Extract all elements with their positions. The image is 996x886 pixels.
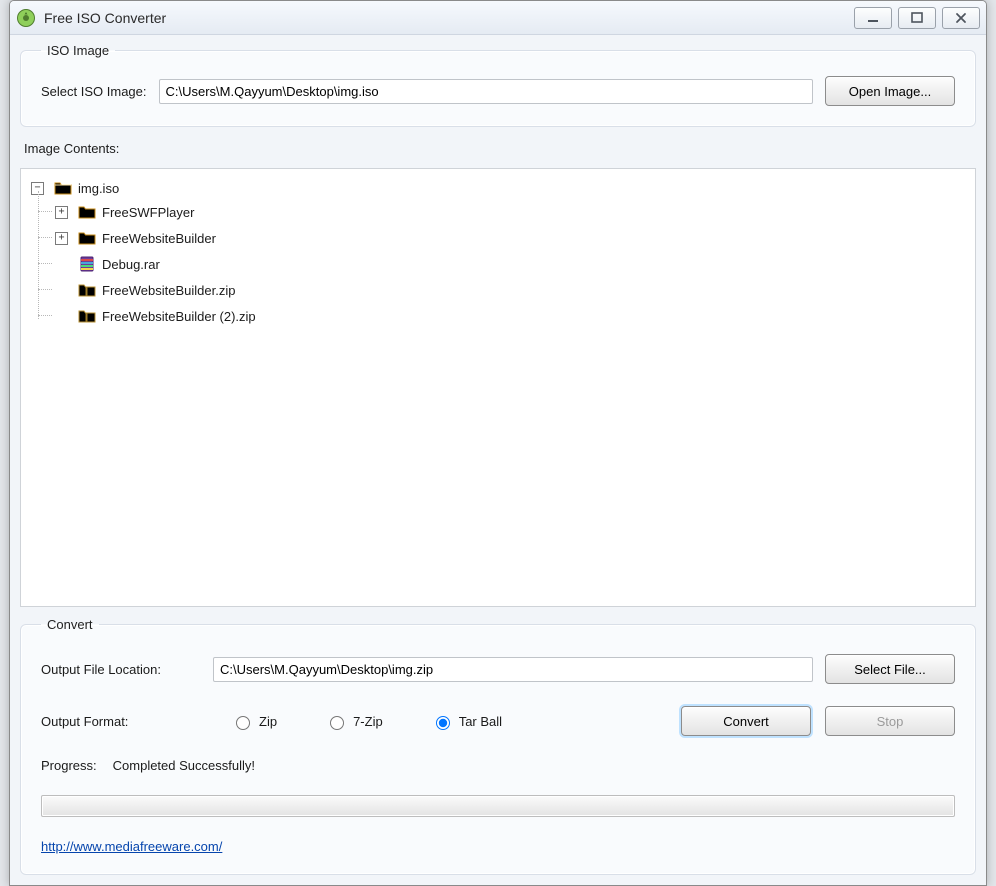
tree-root[interactable]: − img.iso +	[25, 175, 971, 331]
tree-node-label: FreeSWFPlayer	[102, 205, 194, 220]
zip-archive-icon	[78, 281, 96, 299]
output-format-row: Output Format: Zip 7-Zip Tar Ball	[41, 706, 955, 736]
image-contents-label: Image Contents:	[24, 141, 972, 156]
maximize-button[interactable]	[898, 7, 936, 29]
progress-bar	[41, 795, 955, 817]
select-iso-label: Select ISO Image:	[41, 84, 147, 99]
app-title: Free ISO Converter	[44, 10, 166, 26]
radio-label: 7-Zip	[353, 714, 383, 729]
folder-open-icon	[54, 179, 72, 197]
expand-icon[interactable]: +	[55, 206, 68, 219]
tree-node-label: Debug.rar	[102, 257, 160, 272]
format-radio-zip[interactable]: Zip	[231, 713, 277, 730]
progress-row: Progress: Completed Successfully!	[41, 758, 955, 773]
app-icon	[16, 8, 36, 28]
radio-label: Tar Ball	[459, 714, 502, 729]
folder-icon	[78, 203, 96, 221]
rar-archive-icon	[78, 255, 96, 273]
format-radio-tarball[interactable]: Tar Ball	[431, 713, 502, 730]
radio-input[interactable]	[236, 716, 250, 730]
tree-node-label: img.iso	[78, 181, 119, 196]
window-controls	[854, 7, 980, 29]
tree-node-label: FreeWebsiteBuilder	[102, 231, 216, 246]
stop-button[interactable]: Stop	[825, 706, 955, 736]
radio-label: Zip	[259, 714, 277, 729]
iso-path-input[interactable]	[159, 79, 814, 104]
folder-icon	[78, 229, 96, 247]
tree-node-label: FreeWebsiteBuilder (2).zip	[102, 309, 256, 324]
progress-status: Completed Successfully!	[113, 758, 255, 773]
convert-group: Convert Output File Location: Select Fil…	[20, 617, 976, 875]
output-location-row: Output File Location: Select File...	[41, 654, 955, 684]
app-window: Free ISO Converter ISO Image Select ISO …	[9, 0, 987, 886]
client-area: ISO Image Select ISO Image: Open Image..…	[10, 35, 986, 885]
tree-item-file[interactable]: FreeWebsiteBuilder (2).zip	[55, 303, 971, 329]
tree-item-folder[interactable]: + FreeSWFPlayer	[55, 199, 971, 225]
expand-icon[interactable]: +	[55, 232, 68, 245]
tree-item-file[interactable]: Debug.rar	[55, 251, 971, 277]
tree-item-file[interactable]: FreeWebsiteBuilder.zip	[55, 277, 971, 303]
convert-legend: Convert	[41, 617, 99, 632]
tree-item-folder[interactable]: + FreeWebsiteBuilder	[55, 225, 971, 251]
output-path-input[interactable]	[213, 657, 813, 682]
radio-input[interactable]	[330, 716, 344, 730]
convert-button[interactable]: Convert	[681, 706, 811, 736]
zip-archive-icon	[78, 307, 96, 325]
format-radio-7zip[interactable]: 7-Zip	[325, 713, 383, 730]
image-contents-tree[interactable]: − img.iso +	[20, 168, 976, 607]
minimize-button[interactable]	[854, 7, 892, 29]
title-bar: Free ISO Converter	[10, 1, 986, 35]
radio-input[interactable]	[436, 716, 450, 730]
progress-label: Progress:	[41, 758, 97, 773]
output-location-label: Output File Location:	[41, 662, 201, 677]
select-iso-row: Select ISO Image: Open Image...	[41, 76, 955, 106]
close-button[interactable]	[942, 7, 980, 29]
output-format-label: Output Format:	[41, 714, 201, 729]
open-image-button[interactable]: Open Image...	[825, 76, 955, 106]
iso-image-legend: ISO Image	[41, 43, 115, 58]
select-file-button[interactable]: Select File...	[825, 654, 955, 684]
vendor-link[interactable]: http://www.mediafreeware.com/	[41, 839, 222, 854]
iso-image-group: ISO Image Select ISO Image: Open Image..…	[20, 43, 976, 127]
tree-node-label: FreeWebsiteBuilder.zip	[102, 283, 235, 298]
